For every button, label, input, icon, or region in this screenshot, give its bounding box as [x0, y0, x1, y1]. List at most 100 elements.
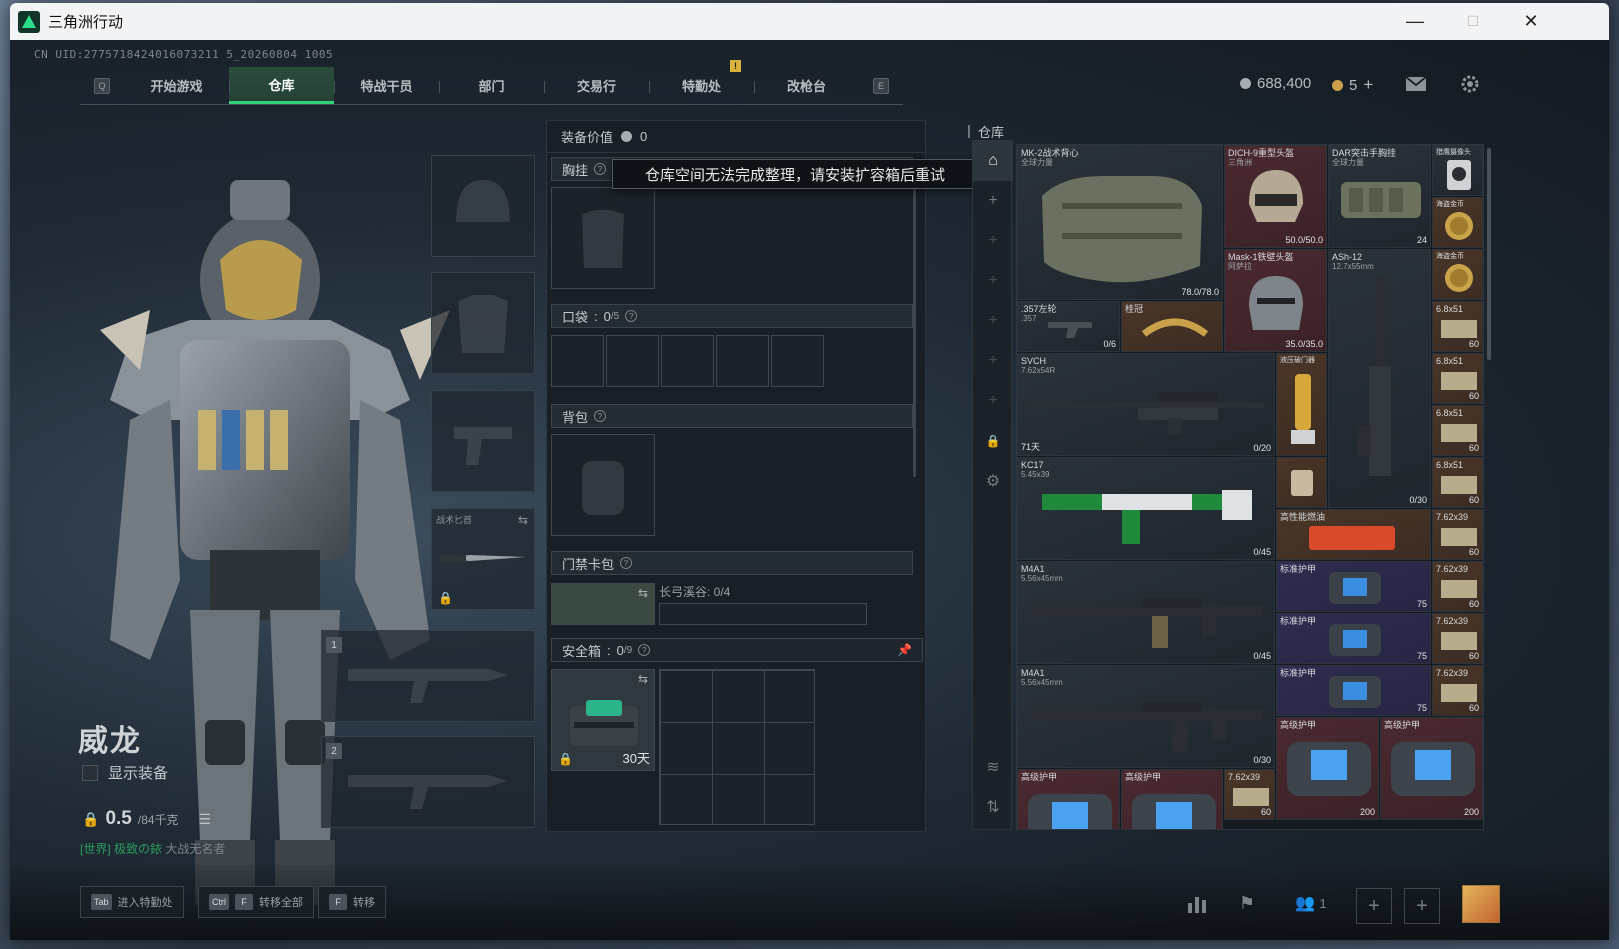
stash-item[interactable]: 桂冠: [1121, 301, 1223, 352]
stash-item[interactable]: .357左轮 .357 0/6: [1017, 301, 1120, 352]
tab-special-office[interactable]: 特勤处: [649, 67, 754, 104]
pocket-slot[interactable]: [606, 335, 659, 387]
stash-item[interactable]: KC17 5.45x39 0/45: [1017, 457, 1275, 560]
stash-item[interactable]: 海盗金币: [1432, 197, 1483, 248]
stash-item[interactable]: 6.8x51 60: [1432, 353, 1483, 404]
keycard-slot[interactable]: ⇆: [551, 583, 655, 625]
stash-tab-add-icon[interactable]: +: [973, 221, 1013, 261]
tab-gunsmith[interactable]: 改枪台: [754, 67, 859, 104]
stash-item[interactable]: SVCH 7.62x54R 71天 0/20: [1017, 353, 1275, 456]
stash-tab-add-icon[interactable]: +: [973, 181, 1013, 221]
mail-icon[interactable]: [1404, 72, 1428, 96]
show-equipment-toggle[interactable]: 显示装备: [82, 762, 168, 783]
stash-tab-main-icon[interactable]: ⌂: [973, 141, 1013, 181]
gold-add-button[interactable]: +: [1363, 75, 1373, 95]
swap-icon[interactable]: ⇆: [638, 672, 648, 686]
help-icon[interactable]: ?: [625, 310, 638, 322]
chat-line[interactable]: [世界] 极致の銥 大战无名者: [80, 840, 225, 857]
chest-rig-slot[interactable]: [551, 187, 655, 289]
stash-item[interactable]: Mask-1铁壁头盔 阿萨拉 35.0/35.0: [1224, 249, 1327, 352]
stash-sort-icon[interactable]: ⇅: [973, 787, 1013, 827]
player-avatar[interactable]: [1462, 885, 1500, 923]
pistol-slot[interactable]: [431, 390, 535, 492]
swap-icon[interactable]: ⇆: [638, 586, 648, 600]
help-icon[interactable]: ?: [594, 163, 607, 175]
stash-item[interactable]: M4A1 5.56x45mm 0/30: [1017, 665, 1275, 768]
tab-warehouse[interactable]: 仓库: [229, 67, 334, 104]
primary-weapon-slot-2[interactable]: 2: [321, 736, 535, 828]
show-equipment-checkbox[interactable]: [82, 764, 98, 781]
gold-currency[interactable]: 5 +: [1332, 75, 1373, 95]
invite-slot-button[interactable]: +: [1404, 888, 1440, 924]
stash-item[interactable]: 猎鹰摄像头: [1432, 145, 1483, 196]
flag-icon[interactable]: ⚑: [1232, 888, 1262, 918]
stash-tab-settings-icon[interactable]: ⚙: [973, 461, 1013, 501]
stash-item[interactable]: 高级护甲 200: [1380, 717, 1483, 820]
tab-operators[interactable]: 特战干员: [334, 67, 439, 104]
pocket-slot[interactable]: [551, 335, 604, 387]
silver-currency[interactable]: 688,400: [1240, 75, 1311, 92]
enter-special-office-button[interactable]: Tab 进入特勤处: [80, 886, 184, 918]
stash-tab-add-icon[interactable]: +: [973, 341, 1013, 381]
stash-item[interactable]: MK-2战术背心 全球力量 78.0/78.0: [1017, 145, 1223, 300]
backpack-slot[interactable]: [551, 434, 655, 536]
armor-slot[interactable]: [431, 272, 535, 374]
stash-item[interactable]: ASh-12 12.7x55mm 0/30: [1328, 249, 1431, 508]
stash-item[interactable]: 7.62x39 60: [1432, 665, 1483, 716]
stash-item[interactable]: 6.8x51 60: [1432, 457, 1483, 508]
stash-item[interactable]: 液压破门器: [1276, 353, 1327, 456]
transfer-all-button[interactable]: Ctrl F 转移全部: [198, 886, 314, 918]
help-icon[interactable]: ?: [594, 410, 607, 422]
safebox-grid[interactable]: [659, 669, 815, 825]
help-icon[interactable]: ?: [638, 644, 651, 656]
stash-item[interactable]: [1276, 457, 1327, 508]
stash-item[interactable]: 6.8x51 60: [1432, 405, 1483, 456]
pocket-slot[interactable]: [716, 335, 769, 387]
stash-item[interactable]: 7.62x39 60: [1432, 509, 1483, 560]
panel-scrollbar[interactable]: [913, 187, 916, 477]
tab-department[interactable]: 部门: [439, 67, 544, 104]
primary-weapon-slot-1[interactable]: 1: [321, 630, 535, 722]
pocket-slot[interactable]: [661, 335, 714, 387]
tab-market[interactable]: 交易行: [544, 67, 649, 104]
stash-tab-add-icon[interactable]: +: [973, 381, 1013, 421]
tab-start-game[interactable]: 开始游戏: [124, 67, 229, 104]
stash-item[interactable]: 标准护甲 75: [1276, 665, 1431, 716]
pin-icon[interactable]: 📌: [897, 643, 912, 657]
maximize-button[interactable]: ☐: [1444, 3, 1502, 40]
stash-scrollbar[interactable]: [1487, 148, 1491, 360]
stash-item[interactable]: 高性能燃油: [1276, 509, 1431, 560]
stash-item[interactable]: 7.62x39 60: [1432, 613, 1483, 664]
settings-gear-icon[interactable]: [1458, 72, 1482, 96]
stash-item[interactable]: M4A1 5.56x45mm 0/45: [1017, 561, 1275, 664]
stash-layers-icon[interactable]: ≋: [973, 747, 1013, 787]
friends-button[interactable]: 👥 1: [1286, 888, 1336, 918]
help-icon[interactable]: ?: [620, 557, 633, 569]
nav-prev-key[interactable]: Q: [94, 78, 110, 94]
transfer-button[interactable]: F 转移: [318, 886, 386, 918]
stash-item[interactable]: 高级护甲 200: [1276, 717, 1379, 820]
stash-tab-add-icon[interactable]: +: [973, 301, 1013, 341]
list-icon[interactable]: ☰: [199, 811, 212, 828]
pocket-slot[interactable]: [771, 335, 824, 387]
helmet-slot[interactable]: [431, 155, 535, 257]
nav-next-key[interactable]: E: [873, 78, 889, 94]
stash-tab-add-icon[interactable]: +: [973, 261, 1013, 301]
invite-slot-button[interactable]: +: [1356, 888, 1392, 924]
stash-item[interactable]: 7.62x39 60: [1432, 561, 1483, 612]
swap-icon[interactable]: ⇆: [518, 513, 528, 527]
stash-item[interactable]: DAR突击手胸挂 全球力量 24: [1328, 145, 1431, 248]
stash-tab-lock-icon[interactable]: 🔒: [973, 421, 1013, 461]
stash-item[interactable]: 高级护甲: [1121, 769, 1223, 829]
minimize-button[interactable]: —: [1386, 3, 1444, 40]
stash-item[interactable]: 标准护甲 75: [1276, 561, 1431, 612]
close-button[interactable]: ✕: [1502, 3, 1560, 40]
stash-item[interactable]: 海盗金币: [1432, 249, 1483, 300]
stash-item[interactable]: 6.8x51 60: [1432, 301, 1483, 352]
safebox-slot[interactable]: ⇆ 🔒 30天: [551, 669, 655, 771]
stash-item[interactable]: 标准护甲 75: [1276, 613, 1431, 664]
stats-chart-icon[interactable]: [1182, 888, 1212, 918]
stash-item[interactable]: DICH-9重型头盔 三角洲 50.0/50.0: [1224, 145, 1327, 248]
stash-item[interactable]: 高级护甲: [1017, 769, 1120, 829]
keycard-grid[interactable]: [659, 603, 867, 625]
